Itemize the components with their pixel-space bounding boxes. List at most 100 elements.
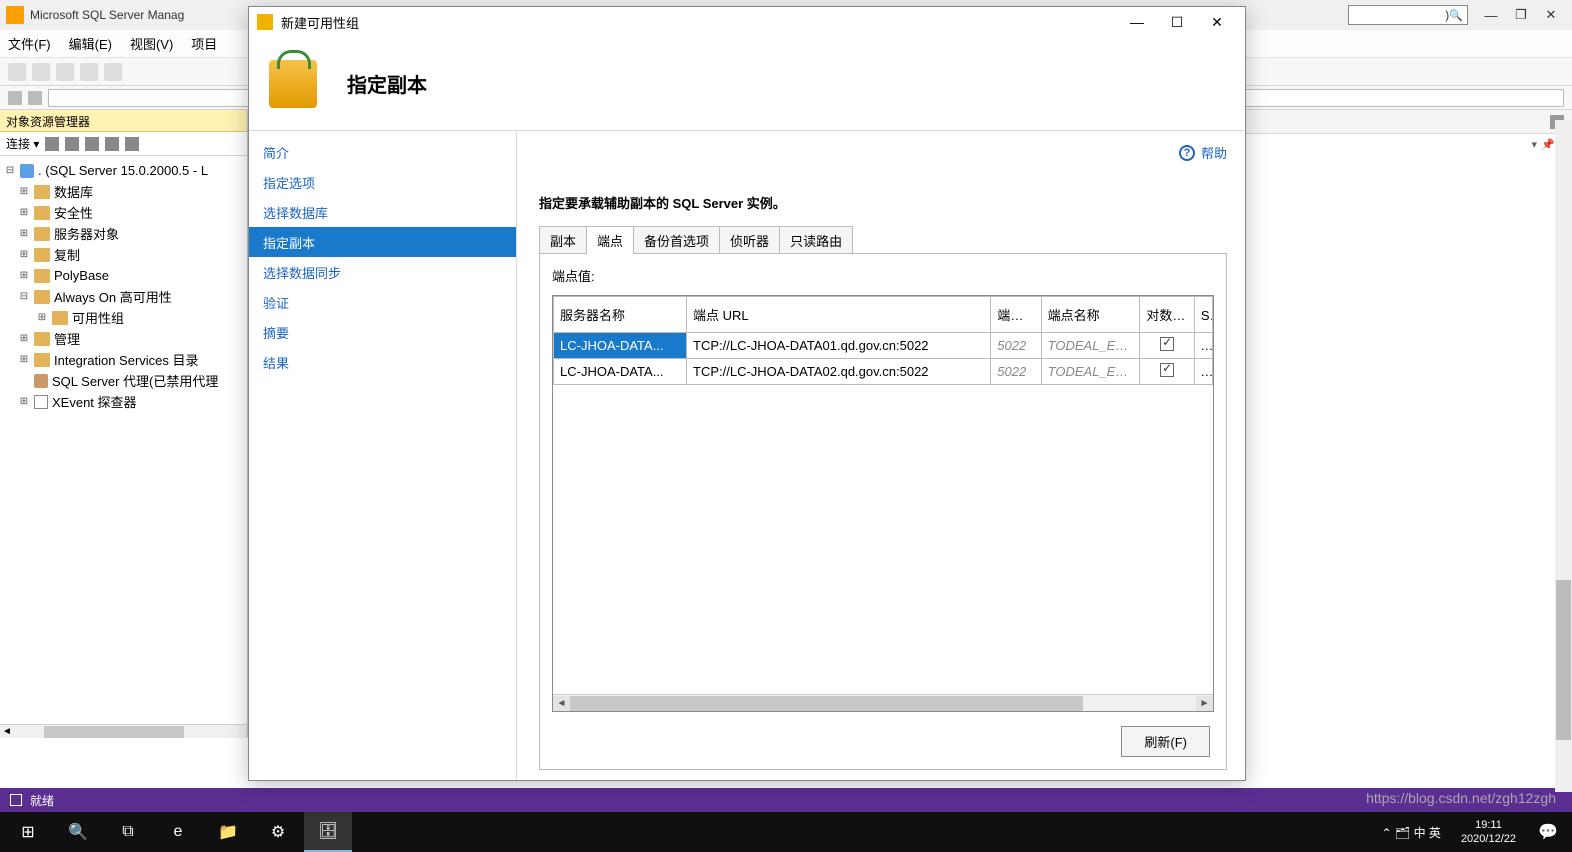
toolbar-forward-icon[interactable] xyxy=(32,63,50,81)
grid-row[interactable]: LC-JHOA-DATA... TCP://LC-JHOA-DATA02.qd.… xyxy=(554,359,1213,385)
cell-service[interactable]: .\ xyxy=(1194,333,1212,359)
menu-project[interactable]: 项目 xyxy=(191,34,217,53)
dialog-maximize-button[interactable]: ☐ xyxy=(1157,8,1197,36)
nav-options[interactable]: 指定选项 xyxy=(249,167,516,197)
tree-databases[interactable]: ⊞数据库 xyxy=(0,181,247,202)
toolbar-open-icon[interactable] xyxy=(80,63,98,81)
scroll-right-icon[interactable]: ► xyxy=(1196,696,1213,711)
scroll-thumb[interactable] xyxy=(570,696,1083,711)
cell-endpoint-name[interactable]: TODEAL_Endpo xyxy=(1041,333,1140,359)
dialog-titlebar[interactable]: 新建可用性组 — ☐ ✕ xyxy=(249,7,1245,37)
nav-intro[interactable]: 简介 xyxy=(249,137,516,167)
plug-icon[interactable] xyxy=(8,91,22,105)
tree-h-scrollbar[interactable]: ◄ xyxy=(0,724,247,738)
refresh-button[interactable]: 刷新(F) xyxy=(1121,726,1210,757)
panel-pin-icon[interactable]: 📌 xyxy=(1541,138,1555,151)
tab-endpoint[interactable]: 端点 xyxy=(586,226,634,254)
tab-backup[interactable]: 备份首选项 xyxy=(633,226,720,254)
tree-sql-agent[interactable]: SQL Server 代理(已禁用代理 xyxy=(0,370,247,391)
cell-service[interactable]: .\ xyxy=(1194,359,1212,385)
cell-server[interactable]: LC-JHOA-DATA... xyxy=(554,359,687,385)
tree-server-objects[interactable]: ⊞服务器对象 xyxy=(0,223,247,244)
nav-validate[interactable]: 验证 xyxy=(249,287,516,317)
cell-server[interactable]: LC-JHOA-DATA... xyxy=(554,333,687,359)
menu-edit[interactable]: 编辑(E) xyxy=(69,34,112,53)
nav-result[interactable]: 结果 xyxy=(249,347,516,377)
tree-replication[interactable]: ⊞复制 xyxy=(0,244,247,265)
ie-icon[interactable]: e xyxy=(154,812,202,852)
col-port[interactable]: 端口号 xyxy=(991,297,1041,333)
folder-icon xyxy=(34,248,50,262)
col-endpoint-name[interactable]: 端点名称 xyxy=(1041,297,1140,333)
tree-alwayson[interactable]: ⊟Always On 高可用性 xyxy=(0,286,247,307)
quick-launch-search[interactable]: )🔍 xyxy=(1348,5,1468,25)
ssms-minimize-button[interactable]: — xyxy=(1476,8,1506,23)
col-endpoint-url[interactable]: 端点 URL xyxy=(687,297,991,333)
refresh-icon[interactable] xyxy=(105,137,119,151)
start-button[interactable]: ⊞ xyxy=(4,812,52,852)
ssms-taskbar-icon[interactable]: 🗄 xyxy=(304,812,352,852)
folder-icon xyxy=(34,332,50,346)
cell-url[interactable]: TCP://LC-JHOA-DATA02.qd.gov.cn:5022 xyxy=(687,359,991,385)
grid-row[interactable]: LC-JHOA-DATA... TCP://LC-JHOA-DATA01.qd.… xyxy=(554,333,1213,359)
col-encrypt[interactable]: 对数据进行加密 xyxy=(1140,297,1194,333)
page-v-scrollbar[interactable] xyxy=(1555,120,1572,792)
ssms-close-button[interactable]: ✕ xyxy=(1536,7,1566,23)
dialog-minimize-button[interactable]: — xyxy=(1117,8,1157,36)
tree-polybase[interactable]: ⊞PolyBase xyxy=(0,265,247,286)
activity-icon[interactable] xyxy=(125,137,139,151)
menu-file[interactable]: 文件(F) xyxy=(8,34,51,53)
connect-button[interactable]: 连接 ▾ xyxy=(6,135,39,152)
tree-availability-groups[interactable]: ⊞可用性组 xyxy=(0,307,247,328)
toolbar-new-icon[interactable] xyxy=(56,63,74,81)
wizard-nav: 简介 指定选项 选择数据库 指定副本 选择数据同步 验证 摘要 结果 xyxy=(249,131,517,780)
toolbar-back-icon[interactable] xyxy=(8,63,26,81)
tab-listener[interactable]: 侦听器 xyxy=(719,226,780,254)
settings-icon[interactable]: ⚙ xyxy=(254,812,302,852)
file-explorer-icon[interactable]: 📁 xyxy=(204,812,252,852)
cell-encrypt[interactable] xyxy=(1140,359,1194,385)
nav-data-sync[interactable]: 选择数据同步 xyxy=(249,257,516,287)
col-server-name[interactable]: 服务器名称 xyxy=(554,297,687,333)
toolbar-save-icon[interactable] xyxy=(104,63,122,81)
cell-endpoint-name[interactable]: TODEAL_Endpo xyxy=(1041,359,1140,385)
nav-select-db[interactable]: 选择数据库 xyxy=(249,197,516,227)
scroll-left-icon[interactable]: ◄ xyxy=(553,696,570,711)
tree-xevent[interactable]: ⊞XEvent 探查器 xyxy=(0,391,247,412)
cell-url[interactable]: TCP://LC-JHOA-DATA01.qd.gov.cn:5022 xyxy=(687,333,991,359)
cell-encrypt[interactable] xyxy=(1140,333,1194,359)
panel-dropdown-icon[interactable]: ▾ xyxy=(1532,138,1538,151)
menu-view[interactable]: 视图(V) xyxy=(130,34,173,53)
taskbar: ⊞ 🔍 ⧉ e 📁 ⚙ 🗄 ⌃ 🗂 中 英 19:11 2020/12/22 💬 xyxy=(0,812,1572,852)
taskbar-clock[interactable]: 19:11 2020/12/22 xyxy=(1451,818,1526,846)
system-tray[interactable]: ⌃ 🗂 中 英 xyxy=(1374,824,1449,841)
stop-icon[interactable] xyxy=(65,137,79,151)
tab-readonly[interactable]: 只读路由 xyxy=(779,226,853,254)
search-button[interactable]: 🔍 xyxy=(54,812,102,852)
dialog-title: 新建可用性组 xyxy=(281,13,359,32)
status-text: 就绪 xyxy=(30,792,54,809)
notification-icon[interactable]: 💬 xyxy=(1528,812,1568,852)
grid-h-scrollbar[interactable]: ◄ ► xyxy=(553,694,1213,711)
plug-icon-2[interactable] xyxy=(28,91,42,105)
tree-root[interactable]: ⊟. (SQL Server 15.0.2000.5 - L xyxy=(0,160,247,181)
checkbox-icon[interactable] xyxy=(1160,337,1174,351)
disconnect-icon[interactable] xyxy=(45,137,59,151)
tree-security[interactable]: ⊞安全性 xyxy=(0,202,247,223)
cell-port[interactable]: 5022 xyxy=(991,333,1041,359)
tree-integration-services[interactable]: ⊞Integration Services 目录 xyxy=(0,349,247,370)
cell-port[interactable]: 5022 xyxy=(991,359,1041,385)
page-scroll-thumb[interactable] xyxy=(1556,580,1571,740)
tab-replica[interactable]: 副本 xyxy=(539,226,587,254)
checkbox-icon[interactable] xyxy=(1160,363,1174,377)
nav-summary[interactable]: 摘要 xyxy=(249,317,516,347)
ssms-maximize-button[interactable]: ❐ xyxy=(1506,7,1536,23)
taskview-button[interactable]: ⧉ xyxy=(104,812,152,852)
help-link[interactable]: ? 帮助 xyxy=(1179,143,1227,162)
dialog-close-button[interactable]: ✕ xyxy=(1197,8,1237,36)
filter-icon[interactable] xyxy=(85,137,99,151)
tree-management[interactable]: ⊞管理 xyxy=(0,328,247,349)
col-service[interactable]: S服 xyxy=(1194,297,1212,333)
wizard-content: ? 帮助 指定要承载辅助副本的 SQL Server 实例。 副本 端点 备份首… xyxy=(517,131,1245,780)
nav-replicas[interactable]: 指定副本 xyxy=(249,227,516,257)
